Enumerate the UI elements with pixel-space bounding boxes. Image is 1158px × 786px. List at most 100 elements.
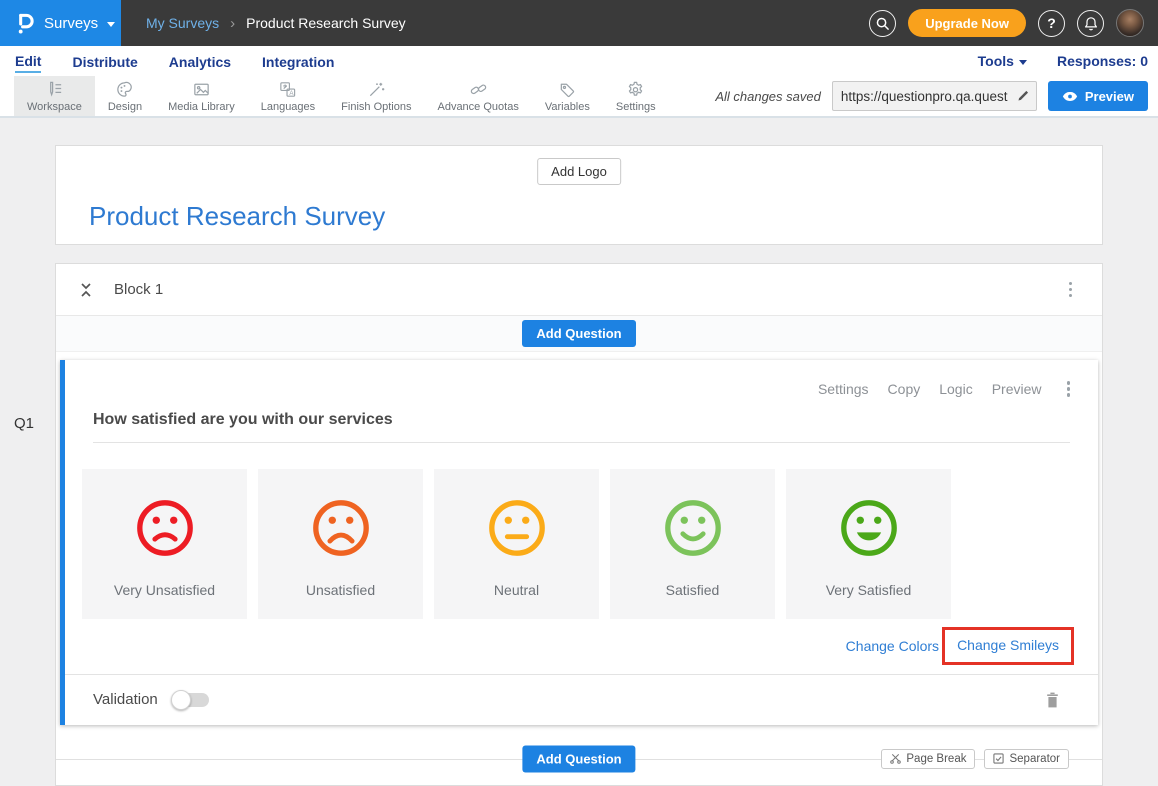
pencil-icon (1016, 89, 1030, 103)
toolbar-label: Workspace (27, 101, 82, 113)
eye-icon (1062, 91, 1078, 102)
design-icon (115, 80, 134, 99)
smiley-option-unsatisfied[interactable]: Unsatisfied (258, 469, 423, 619)
toolbar-label: Variables (545, 101, 590, 113)
toolbar-label: Media Library (168, 101, 235, 113)
app-menu-label: Surveys (44, 15, 98, 32)
smiley-option-very-unsatisfied[interactable]: Very Unsatisfied (82, 469, 247, 619)
tab-distribute[interactable]: Distribute (72, 51, 137, 72)
very-unsatisfied-smiley-icon (134, 469, 196, 582)
upgrade-now-button[interactable]: Upgrade Now (908, 9, 1026, 37)
question-more-menu-icon[interactable] (1063, 377, 1075, 401)
user-avatar[interactable] (1116, 9, 1144, 37)
block-card: Block 1 Add Question Settings Copy Logic… (55, 263, 1103, 786)
surveys-app-menu[interactable]: Surveys (0, 0, 121, 46)
change-colors-link[interactable]: Change Colors (846, 638, 939, 654)
responses-count: Responses: 0 (1057, 53, 1148, 69)
survey-nav: Edit Distribute Analytics Integration To… (0, 46, 1158, 76)
languages-icon: A (278, 80, 297, 99)
separator-label: Separator (1009, 753, 1060, 765)
search-button[interactable] (869, 10, 896, 37)
workspace-area: Q1 Add Logo Product Research Survey Bloc… (0, 118, 1158, 785)
preview-button[interactable]: Preview (1048, 81, 1148, 111)
notifications-button[interactable] (1077, 10, 1104, 37)
add-question-button-top[interactable]: Add Question (522, 320, 635, 347)
questionpro-logo (14, 11, 35, 35)
advance-quotas-icon (469, 80, 488, 99)
survey-url-input[interactable] (833, 89, 1010, 104)
collapse-block-button[interactable] (79, 282, 93, 298)
tools-label: Tools (978, 53, 1014, 69)
smiley-label: Satisfied (666, 582, 720, 598)
help-button[interactable]: ? (1038, 10, 1065, 37)
workspace-icon (45, 80, 64, 99)
smiley-label: Very Satisfied (826, 582, 912, 598)
finish-options-icon (367, 80, 386, 99)
scissors-icon (890, 753, 901, 764)
block-more-menu-icon[interactable] (1065, 278, 1077, 302)
edit-url-button[interactable] (1010, 89, 1036, 103)
block-header: Block 1 (56, 264, 1102, 316)
survey-header-card: Add Logo Product Research Survey (55, 145, 1103, 245)
preview-label: Preview (1085, 89, 1134, 104)
question-text[interactable]: How satisfied are you with our services (93, 411, 1070, 429)
validation-toggle[interactable] (173, 693, 209, 707)
unsatisfied-smiley-icon (310, 469, 372, 582)
header-actions: Upgrade Now ? (869, 9, 1158, 37)
top-header: Surveys My Surveys › Product Research Su… (0, 0, 1158, 46)
toolbar-label: Finish Options (341, 101, 411, 113)
smiley-option-very-satisfied[interactable]: Very Satisfied (786, 469, 951, 619)
media-library-icon (192, 80, 211, 99)
checkbox-icon (993, 753, 1004, 764)
add-logo-button[interactable]: Add Logo (537, 158, 621, 185)
breadcrumb-separator: › (230, 15, 235, 32)
toolbar-item-media-library[interactable]: Media Library (155, 76, 248, 116)
question-preview-link[interactable]: Preview (992, 381, 1042, 397)
toolbar-item-design[interactable]: Design (95, 76, 155, 116)
validation-label: Validation (93, 691, 158, 708)
save-status: All changes saved (715, 89, 821, 104)
toolbar-item-advance-quotas[interactable]: Advance Quotas (424, 76, 531, 116)
question-settings-link[interactable]: Settings (818, 381, 869, 397)
breadcrumb-my-surveys[interactable]: My Surveys (146, 15, 219, 31)
chevron-down-icon (107, 22, 115, 27)
add-question-row-bottom: Add Question Page Break (56, 733, 1102, 785)
smiley-label: Unsatisfied (306, 582, 375, 598)
survey-title[interactable]: Product Research Survey (89, 201, 385, 232)
smiley-option-satisfied[interactable]: Satisfied (610, 469, 775, 619)
tools-menu[interactable]: Tools (978, 53, 1027, 69)
trash-icon (1045, 691, 1060, 708)
page-break-button[interactable]: Page Break (881, 749, 975, 769)
question-number-label: Q1 (14, 415, 34, 432)
satisfied-smiley-icon (662, 469, 724, 582)
breadcrumb-current: Product Research Survey (246, 15, 406, 31)
smiley-label: Very Unsatisfied (114, 582, 215, 598)
question-copy-link[interactable]: Copy (888, 381, 921, 397)
bell-icon (1084, 16, 1098, 31)
question-logic-link[interactable]: Logic (939, 381, 972, 397)
question-mark-icon: ? (1047, 15, 1056, 31)
smiley-option-neutral[interactable]: Neutral (434, 469, 599, 619)
settings-icon (626, 80, 645, 99)
question-divider (93, 442, 1070, 443)
add-question-row-top: Add Question (56, 316, 1102, 352)
toolbar-label: Settings (616, 101, 656, 113)
very-satisfied-smiley-icon (838, 469, 900, 582)
toolbar-item-workspace[interactable]: Workspace (14, 76, 95, 116)
separator-button[interactable]: Separator (984, 749, 1069, 769)
delete-question-button[interactable] (1045, 691, 1060, 708)
tab-analytics[interactable]: Analytics (169, 51, 231, 72)
block-title[interactable]: Block 1 (114, 281, 163, 298)
toolbar-item-languages[interactable]: A Languages (248, 76, 328, 116)
toggle-knob (171, 690, 191, 710)
collapse-icon (79, 282, 93, 298)
change-smileys-link[interactable]: Change Smileys (957, 637, 1059, 653)
add-question-button-bottom[interactable]: Add Question (522, 745, 635, 772)
toolbar-label: Advance Quotas (437, 101, 518, 113)
neutral-smiley-icon (486, 469, 548, 582)
tab-integration[interactable]: Integration (262, 51, 334, 72)
toolbar-item-finish-options[interactable]: Finish Options (328, 76, 424, 116)
toolbar-item-variables[interactable]: Variables (532, 76, 603, 116)
toolbar-item-settings[interactable]: Settings (603, 76, 669, 116)
tab-edit[interactable]: Edit (15, 50, 41, 73)
